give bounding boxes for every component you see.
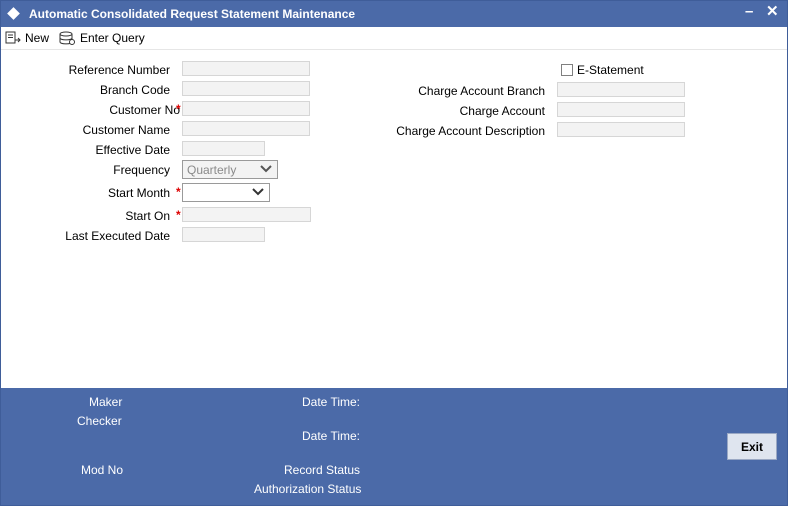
new-button[interactable]: New — [5, 29, 49, 47]
new-record-icon — [5, 31, 21, 44]
toolbar: New Enter Query — [1, 27, 787, 50]
customer-name-label: Customer Name — [82, 123, 170, 137]
customer-no-label: Customer No — [109, 103, 180, 117]
maker-label: Maker — [89, 395, 123, 409]
e-statement-checkbox[interactable] — [561, 64, 573, 76]
record-status-label: Record Status — [284, 463, 361, 477]
checker-label: Checker — [77, 414, 122, 428]
frequency-select[interactable]: Quarterly — [182, 160, 278, 179]
frequency-label: Frequency — [113, 163, 170, 177]
charge-account-field[interactable] — [557, 102, 685, 117]
close-button[interactable]: ✕ — [766, 4, 779, 20]
maintenance-window: Automatic Consolidated Request Statement… — [0, 0, 788, 506]
maker-date-time-label: Date Time: — [302, 395, 361, 409]
e-statement-label: E-Statement — [577, 63, 644, 77]
app-diamond-icon — [7, 7, 20, 20]
charge-account-description-field[interactable] — [557, 122, 685, 137]
last-executed-date-field[interactable] — [182, 227, 265, 242]
start-month-label: Start Month — [107, 186, 170, 200]
effective-date-field[interactable] — [182, 141, 265, 156]
chevron-down-icon — [252, 188, 264, 196]
start-month-select[interactable] — [182, 183, 270, 202]
minimize-button[interactable]: – — [745, 4, 753, 20]
enter-query-button[interactable]: Enter Query — [59, 29, 145, 47]
authorization-status-label: Authorization Status — [254, 482, 362, 496]
start-on-field[interactable] — [182, 207, 311, 222]
new-button-label: New — [25, 31, 50, 45]
checker-date-time-label: Date Time: — [302, 429, 361, 443]
reference-number-label: Reference Number — [68, 63, 170, 77]
title-bar[interactable]: Automatic Consolidated Request Statement… — [1, 1, 787, 27]
mod-no-label: Mod No — [81, 463, 124, 477]
customer-name-field[interactable] — [182, 121, 310, 136]
effective-date-label: Effective Date — [95, 143, 170, 157]
branch-code-field[interactable] — [182, 81, 310, 96]
start-on-required-marker: * — [176, 208, 181, 222]
last-executed-date-label: Last Executed Date — [65, 229, 170, 243]
query-database-icon — [59, 31, 75, 45]
window-title: Automatic Consolidated Request Statement… — [29, 7, 356, 21]
charge-account-branch-field[interactable] — [557, 82, 685, 97]
frequency-value: Quarterly — [187, 163, 237, 177]
enter-query-label: Enter Query — [80, 31, 145, 45]
start-on-label: Start On — [125, 209, 170, 223]
customer-no-required-marker: * — [176, 102, 181, 116]
customer-no-field[interactable] — [182, 101, 310, 116]
charge-account-branch-label: Charge Account Branch — [418, 84, 545, 98]
charge-account-label: Charge Account — [459, 104, 545, 118]
charge-account-description-label: Charge Account Description — [396, 124, 545, 138]
reference-number-field[interactable] — [182, 61, 310, 76]
start-month-required-marker: * — [176, 185, 181, 199]
chevron-down-icon — [260, 165, 272, 173]
branch-code-label: Branch Code — [99, 83, 170, 97]
exit-button[interactable]: Exit — [727, 433, 777, 460]
